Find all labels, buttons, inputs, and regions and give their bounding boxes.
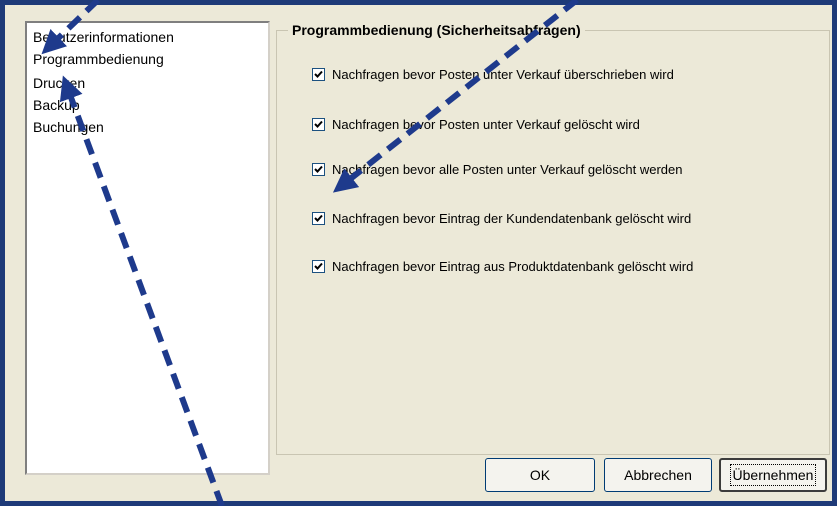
- ok-button[interactable]: OK: [485, 458, 595, 492]
- category-item-buchungen[interactable]: Buchungen: [33, 119, 104, 135]
- checkbox[interactable]: [312, 212, 325, 225]
- checkbox[interactable]: [312, 163, 325, 176]
- group-title: Programmbedienung (Sicherheitsabfragen): [288, 22, 585, 38]
- cancel-button[interactable]: Abbrechen: [604, 458, 712, 492]
- checkbox[interactable]: [312, 260, 325, 273]
- category-item-drucken[interactable]: Drucken: [33, 75, 85, 91]
- apply-button[interactable]: Übernehmen: [719, 458, 827, 492]
- options-group: [276, 30, 830, 455]
- option-label: Nachfragen bevor Posten unter Verkauf ge…: [332, 117, 640, 132]
- checkmark-icon: [314, 120, 323, 128]
- settings-dialog: Benutzerinformationen Programmbedienung …: [0, 0, 837, 506]
- cancel-button-label: Abbrechen: [624, 467, 692, 483]
- category-item-backup[interactable]: Backup: [33, 97, 80, 113]
- option-label: Nachfragen bevor Eintrag aus Produktdate…: [332, 259, 694, 274]
- checkbox[interactable]: [312, 118, 325, 131]
- category-list[interactable]: Benutzerinformationen Programmbedienung …: [25, 21, 270, 475]
- checkmark-icon: [314, 262, 323, 270]
- category-item-benutzerinformationen[interactable]: Benutzerinformationen: [33, 29, 174, 45]
- checkmark-icon: [314, 165, 323, 173]
- checkmark-icon: [314, 214, 323, 222]
- ok-button-label: OK: [529, 467, 551, 483]
- checkbox[interactable]: [312, 68, 325, 81]
- checkmark-icon: [314, 70, 323, 78]
- option-label: Nachfragen bevor Eintrag der Kundendaten…: [332, 211, 692, 226]
- category-item-programmbedienung[interactable]: Programmbedienung: [33, 51, 164, 67]
- option-label: Nachfragen bevor Posten unter Verkauf üb…: [332, 67, 674, 82]
- option-label: Nachfragen bevor alle Posten unter Verka…: [332, 162, 683, 177]
- apply-button-label: Übernehmen: [729, 464, 817, 486]
